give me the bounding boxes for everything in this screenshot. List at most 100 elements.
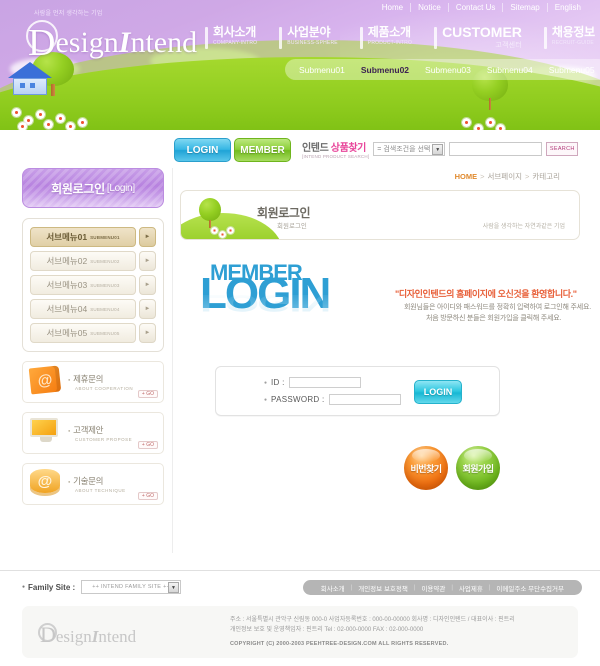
submenu-item-02[interactable]: Submenu02 (361, 65, 409, 75)
sidebar-title-en: [Login] (106, 182, 135, 194)
tab-login[interactable]: LOGIN (174, 138, 231, 162)
footer-link-noemail[interactable]: 이메일주소 무단수집거부 (490, 583, 570, 593)
gnb-item-company[interactable]: 회사소개 COMPANY-INTRO (205, 26, 257, 50)
page-title: 회원로그인 (257, 206, 311, 220)
site-logo[interactable]: DesignIntend (28, 18, 197, 64)
submenu-bar: Submenu01 Submenu02 Submenu03 Submenu04 … (285, 59, 600, 80)
monitor-icon (30, 418, 64, 448)
product-search-input[interactable] (449, 142, 543, 156)
util-link-english[interactable]: English (546, 3, 588, 12)
sidebar-item-label-en: SUBMENU01 (90, 234, 120, 240)
submenu-item-03[interactable]: Submenu03 (425, 65, 471, 75)
banner-go-button[interactable]: + GO (137, 390, 158, 398)
sidebar-item-submenu01[interactable]: 서브메뉴01 SUBMENU01 ► (30, 227, 156, 247)
sidebar-item-submenu05[interactable]: 서브메뉴05 SUBMENU05 ► (30, 323, 156, 343)
signup-button[interactable]: 회원가입 (456, 446, 500, 490)
breadcrumb-level2: 카테고리 (532, 172, 560, 181)
sidebar-item-label-en: SUBMENU03 (90, 282, 120, 288)
chevron-right-icon[interactable]: ► (139, 323, 156, 343)
footer-link-partner[interactable]: 사업제휴 (453, 583, 489, 593)
gnb-label-ko: CUSTOMER (442, 24, 522, 40)
sidebar-item-label-en: SUBMENU05 (90, 330, 120, 336)
chevron-right-icon[interactable]: ► (139, 251, 156, 271)
product-search-select[interactable]: = 검색조건을 선택 = ▼ (373, 142, 446, 156)
banner-label-en: ABOUT COOPERATION (75, 386, 134, 391)
banner-label-en: ABOUT TECHNIQUE (75, 488, 126, 493)
breadcrumb-level1[interactable]: 서브페이지 (488, 172, 523, 181)
gnb-bar-icon (543, 27, 547, 49)
sidebar-item-submenu02[interactable]: 서브메뉴02 SUBMENU02 ► (30, 251, 156, 271)
sidebar-banner-technique[interactable]: @ 기술문의 ABOUT TECHNIQUE + GO (22, 463, 164, 505)
gnb-item-product[interactable]: 제품소개 PRODUCT-INTRO (359, 25, 412, 50)
hero-bottom-strip (0, 130, 600, 135)
id-row: ● ID : (264, 377, 361, 388)
breadcrumb-home[interactable]: HOME (455, 172, 478, 181)
gnb-label-ko: 회사소개 (213, 25, 256, 39)
banner-label-ko: 제휴문의 (68, 373, 133, 385)
util-link-home[interactable]: Home (375, 3, 410, 12)
footer-address-line1: 주소 : 서울특별시 관악구 신림동 000-0 사업자등록번호 : 000-0… (230, 617, 515, 623)
sidebar-item-label-en: SUBMENU02 (90, 258, 120, 264)
house-icon (8, 62, 52, 95)
footer-address-line2: 개인정보 보호 및 운영책임자 : 핀트리 Tel : 02-000-0000 … (230, 627, 424, 633)
sidebar-item-submenu04[interactable]: 서브메뉴04 SUBMENU04 ► (30, 299, 156, 319)
banner-go-button[interactable]: + GO (137, 492, 158, 500)
footer-link-company[interactable]: 회사소개 (315, 583, 351, 593)
sidebar-banner-cooperation[interactable]: @ 제휴문의 ABOUT COOPERATION + GO (22, 361, 164, 403)
footer-divider (0, 570, 600, 571)
sidebar-item-label-ko: 서브메뉴04 (46, 304, 88, 314)
action-buttons: 비번찾기 회원가입 (180, 446, 580, 490)
footer-link-terms[interactable]: 이용약관 (415, 583, 451, 593)
gnb-label-en: BUSINESS-SPHERE (287, 40, 338, 46)
content-title-box: 회원로그인 회원로그인 사람을 생각하는 자연과같은 기업 (180, 190, 580, 240)
tab-member[interactable]: MEMBER (234, 138, 291, 162)
sidebar-title-ko: 회원로그인 (51, 181, 105, 196)
member-login-headline: MEMBER LOGIN LOGIN "디자인인텐드의 홈페이지에 오신것을 환… (180, 260, 591, 340)
footer-logo-text-esign: esign (55, 627, 92, 646)
family-site-select[interactable]: ++ INTEND FAMILY SITE ++ ▼ (81, 580, 182, 594)
find-password-button[interactable]: 비번찾기 (404, 446, 448, 490)
util-link-sitemap[interactable]: Sitemap (502, 3, 546, 12)
util-link-contact[interactable]: Contact Us (447, 3, 503, 12)
logo-letter-i: I (118, 26, 131, 59)
sidebar: 회원로그인 [Login] 서브메뉴01 SUBMENU01 ► 서브메뉴02 SU… (22, 168, 164, 505)
gnb-bar-icon (279, 27, 283, 49)
footer-links: 회사소개 | 개인정보 보호정책 | 이용약관 | 사업제휴 | 이메일주소 무단수집거… (302, 580, 582, 595)
chevron-right-icon[interactable]: ► (139, 275, 156, 295)
banner-label-ko: 고객제안 (68, 424, 132, 436)
gnb-item-recruit[interactable]: 채용정보 RECRUIT-GUIDE (543, 26, 595, 50)
gnb-label-ko: 사업분야 (287, 25, 331, 39)
footer-link-privacy[interactable]: 개인정보 보호정책 (352, 583, 414, 593)
company-tagline: 사람을 먼저 생각하는 기업 (34, 11, 103, 17)
main-navigation: 회사소개 COMPANY-INTRO 사업분야 BUSINESS-SPHERE … (205, 24, 595, 50)
headline-login-reflection: LOGIN (200, 289, 330, 317)
footer-logo-text-ntend: ntend (98, 627, 137, 646)
submenu-item-01[interactable]: Submenu01 (299, 65, 345, 75)
product-search: 인텐드 상품찾기 [INTEND PRODUCT SEARCH] = 검색조건을… (302, 139, 579, 159)
family-site-label: Family Site : (22, 583, 75, 592)
product-search-button[interactable]: SEARCH (546, 142, 579, 156)
chevron-right-icon[interactable]: ► (139, 227, 156, 247)
hero-banner: 사람을 먼저 생각하는 기업 DesignIntend Home Notice … (0, 0, 600, 135)
chevron-right-icon[interactable]: ► (139, 299, 156, 319)
login-submit-button[interactable]: LOGIN (414, 380, 462, 404)
id-label: ID : (271, 378, 285, 387)
gnb-item-customer[interactable]: CUSTOMER 고객센터 (434, 24, 522, 50)
tab-search-row: LOGIN MEMBER 인텐드 상품찾기 [INTEND PRODUCT SE… (0, 138, 600, 168)
column-divider (172, 168, 173, 553)
footer-logo: DesignIntend (40, 622, 136, 648)
sidebar-item-submenu03[interactable]: 서브메뉴03 SUBMENU03 ► (30, 275, 156, 295)
gnb-item-business[interactable]: 사업분야 BUSINESS-SPHERE (279, 26, 338, 50)
password-input[interactable] (328, 394, 401, 405)
banner-go-button[interactable]: + GO (137, 441, 158, 449)
util-link-notice[interactable]: Notice (410, 3, 448, 12)
gnb-label-en: 고객센터 (495, 42, 522, 49)
submenu-item-04[interactable]: Submenu04 (487, 65, 533, 75)
family-site: Family Site : ++ INTEND FAMILY SITE ++ ▼ (22, 580, 182, 594)
submenu-item-05[interactable]: Submenu05 (549, 65, 595, 75)
id-input[interactable] (288, 377, 361, 388)
bullet-icon: ● (264, 396, 268, 403)
sidebar-banner-propose[interactable]: 고객제안 CUSTOMER PROPOSE + GO (22, 412, 164, 454)
gnb-label-ko: 제품소개 (367, 25, 411, 39)
gnb-bar-icon (205, 27, 208, 49)
